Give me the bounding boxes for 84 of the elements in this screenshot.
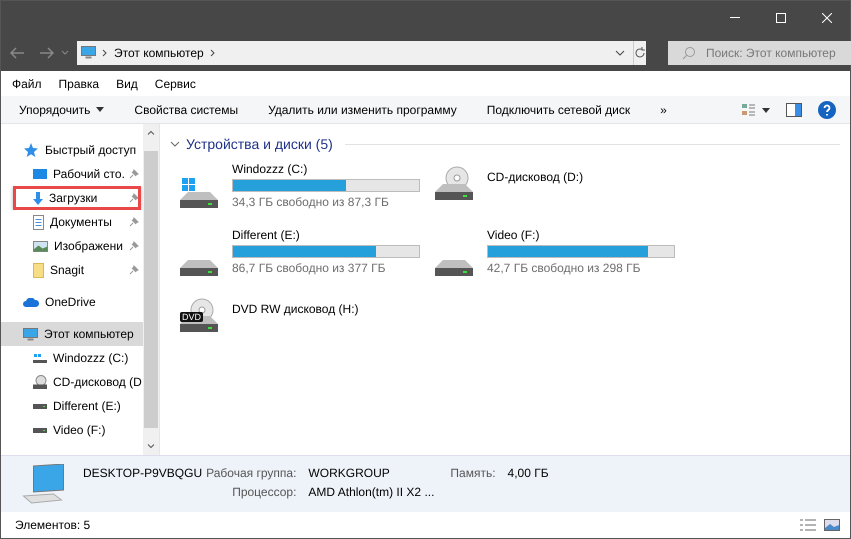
sidebar-item[interactable]: Изображени [1, 234, 143, 258]
address-path[interactable]: Этот компьютер [114, 46, 204, 60]
sidebar-item[interactable]: Video (F:) [1, 418, 143, 442]
chevron-icon[interactable] [170, 140, 180, 148]
dvd-label: DVD [180, 312, 204, 322]
drive-name: Windozzz (C:) [232, 162, 308, 176]
disc-drive-icon [435, 166, 475, 200]
system-drive-icon [33, 354, 47, 362]
help-icon[interactable] [818, 100, 836, 118]
toolbar-button[interactable]: Упорядочить [19, 102, 104, 116]
drive-tile[interactable]: Windozzz (C:) 34,3 ГБ свободно из 87,3 ГБ [180, 162, 435, 214]
hard-drive-icon [180, 260, 218, 276]
dropdown-caret-icon[interactable] [615, 50, 625, 56]
disc-drive-icon [33, 374, 47, 390]
drive-tile[interactable]: CD-дисковод (D:) [435, 162, 695, 214]
view-options-icon[interactable] [742, 102, 770, 116]
sidebar-item[interactable]: OneDrive [1, 290, 143, 314]
drive-tile[interactable]: Video (F:) 42,7 ГБ свободно из 298 ГБ [435, 228, 695, 280]
forward-icon[interactable] [39, 46, 55, 58]
detail-value: AMD Athlon(tm) II X2 ... [308, 485, 436, 499]
detail-label: Рабочая группа: [206, 466, 296, 480]
document-icon [33, 214, 44, 230]
more-button[interactable]: » [660, 102, 667, 116]
tiles-view-icon[interactable] [824, 519, 840, 531]
scroll-down-icon[interactable] [147, 444, 155, 449]
toolbar-button[interactable]: Удалить или изменить программу [268, 102, 457, 116]
scroll-up-icon[interactable] [147, 130, 155, 135]
caret-icon [96, 107, 104, 112]
sidebar-item[interactable]: Snagit [1, 258, 143, 282]
refresh-icon[interactable] [634, 46, 646, 58]
hard-drive-icon [435, 260, 473, 276]
item-count: Элементов: 5 [15, 518, 90, 532]
close-icon[interactable] [822, 12, 832, 22]
free-space: 34,3 ГБ свободно из 87,3 ГБ [232, 195, 390, 209]
desktop-icon [33, 169, 47, 179]
detail-value: WORKGROUP [308, 466, 391, 480]
free-space: 42,7 ГБ свободно из 298 ГБ [487, 261, 642, 275]
address-bar[interactable]: Этот компьютер [77, 40, 633, 64]
menu-item[interactable]: Вид [116, 76, 138, 90]
sidebar-item[interactable]: Рабочий сто. [1, 162, 143, 186]
scrollbar[interactable] [143, 124, 159, 455]
drive-tile[interactable]: Different (E:) 86,7 ГБ свободно из 377 ГБ [180, 228, 435, 280]
cloud-icon [23, 298, 39, 306]
menu-item[interactable]: Правка [58, 76, 100, 90]
drive-name: Video (F:) [487, 228, 540, 242]
detail-label: Процессор: [231, 485, 296, 499]
menu-item[interactable]: Файл [12, 76, 42, 90]
menu-item[interactable]: Сервис [154, 76, 196, 90]
drive-name: CD-дисковод (D:) [487, 170, 584, 184]
sidebar-item[interactable]: Different (E:) [1, 394, 143, 418]
sidebar-item[interactable]: Windozzz (C:) [1, 346, 143, 370]
computer-icon [21, 464, 65, 504]
maximize-icon[interactable] [776, 12, 786, 22]
drive-tile[interactable]: DVD DVD RW дисковод (H:) [180, 294, 435, 346]
recent-caret-icon[interactable] [61, 50, 69, 56]
drive-icon [33, 404, 47, 408]
sidebar-item[interactable]: Быстрый доступ [1, 138, 143, 162]
drive-name: Different (E:) [232, 228, 301, 242]
free-space: 86,7 ГБ свободно из 377 ГБ [232, 261, 386, 275]
folder-icon [33, 262, 44, 278]
toolbar-button[interactable]: Свойства системы [134, 102, 238, 116]
download-arrow-icon [33, 192, 43, 204]
chevron-icon [210, 48, 216, 56]
search-field[interactable]: Поиск: Этот компьютер [668, 40, 851, 64]
star-icon [23, 142, 39, 158]
system-drive-icon [180, 176, 220, 208]
computer-icon [23, 328, 38, 340]
back-icon[interactable] [9, 46, 25, 58]
details-view-icon[interactable] [800, 519, 816, 531]
toolbar-button[interactable]: Подключить сетевой диск [486, 102, 630, 116]
computer-icon [81, 46, 96, 59]
sidebar-item[interactable]: Документы [1, 210, 143, 234]
drive-name: DVD RW дисковод (H:) [232, 302, 359, 316]
detail-value: 4,00 ГБ [508, 466, 549, 480]
detail-label: Память: [450, 466, 496, 480]
sidebar-item[interactable]: Этот компьютер [1, 322, 143, 346]
computer-name: DESKTOP-P9VBQGU [83, 466, 202, 480]
sidebar-item[interactable]: CD-дисковод (D [1, 370, 143, 394]
sidebar-item[interactable]: Загрузки [1, 186, 143, 210]
preview-pane-icon[interactable] [786, 102, 802, 116]
chevron-icon [102, 48, 108, 56]
image-icon [33, 240, 48, 252]
drive-icon [33, 428, 47, 432]
group-title: Устройства и диски (5) [186, 136, 333, 152]
